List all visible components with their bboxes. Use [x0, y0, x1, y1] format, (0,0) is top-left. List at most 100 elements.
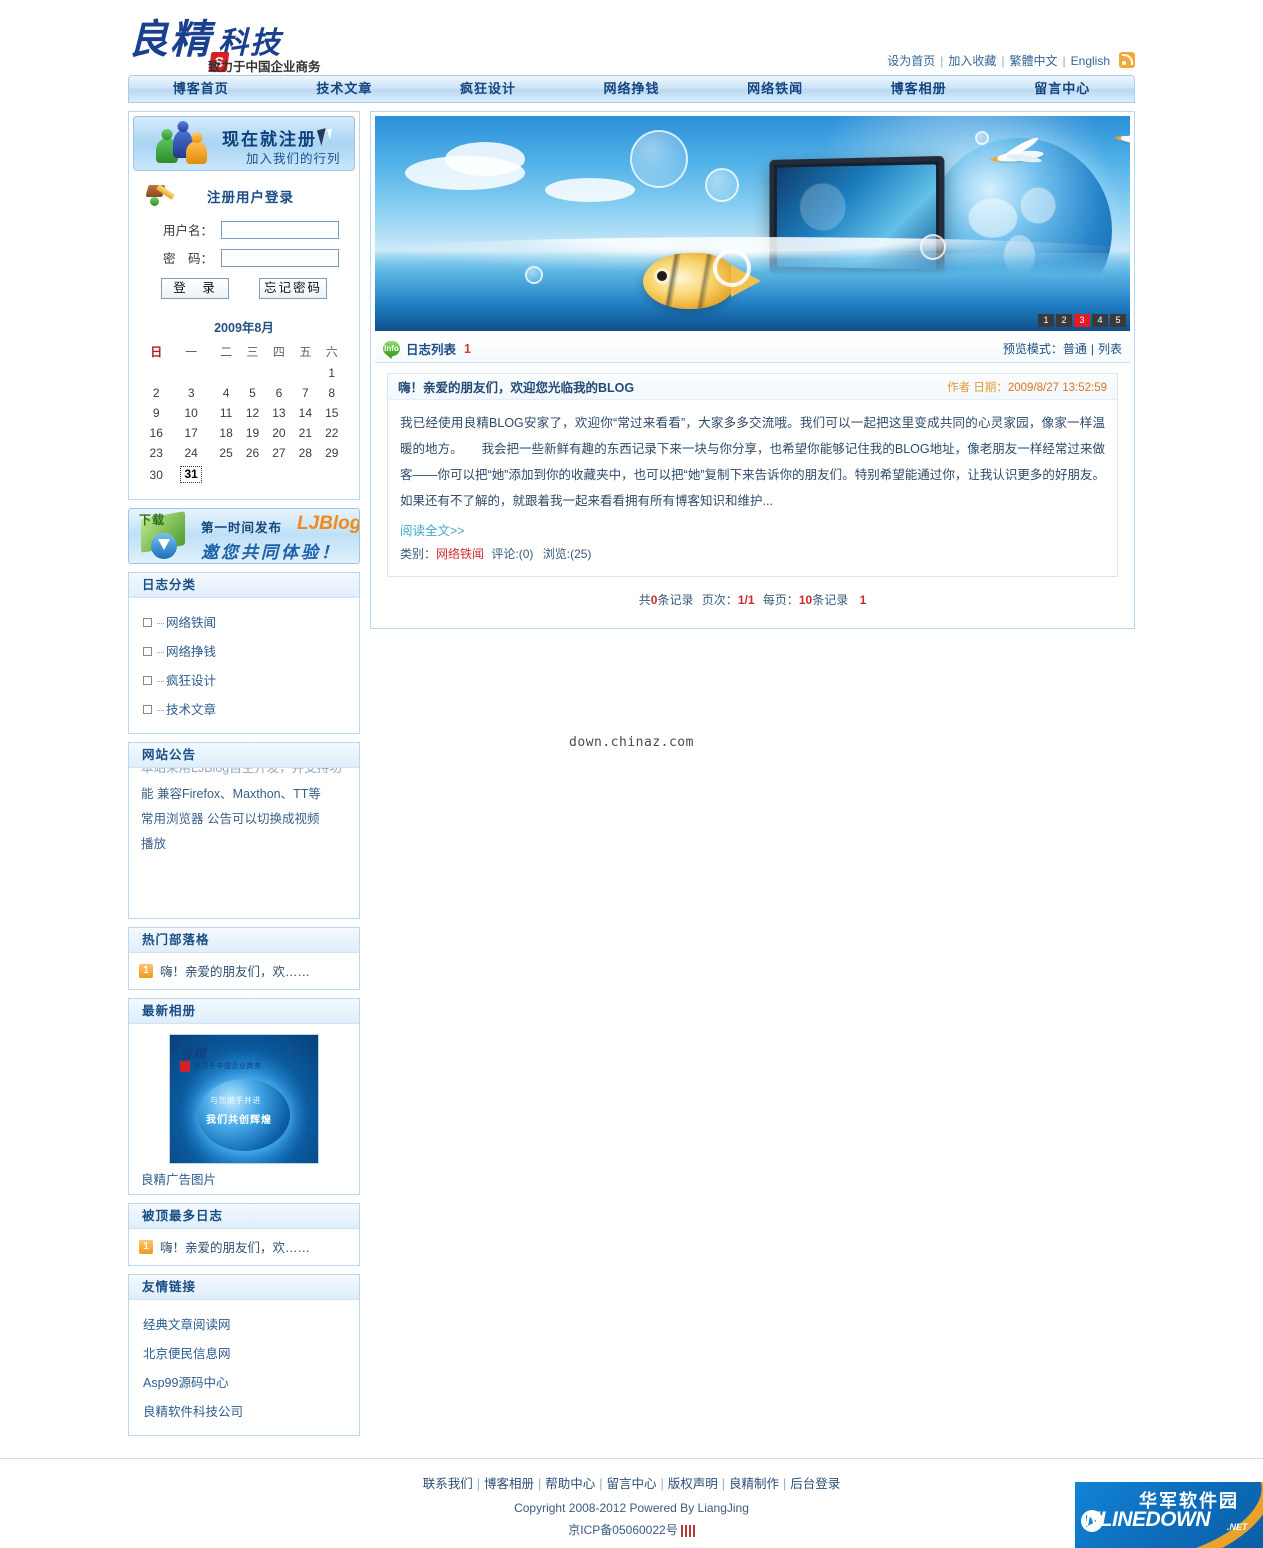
calendar-today[interactable]: 31: [180, 466, 203, 483]
post-title[interactable]: 嗨！亲爱的朋友们，欢迎您光临我的BLOG: [398, 377, 634, 396]
category-item-crazy-design[interactable]: 疯狂设计: [129, 665, 359, 694]
login-submit-button[interactable]: 登 录: [161, 278, 229, 299]
person-orange-icon: [186, 132, 207, 164]
friend-links-list: 经典文章阅读网 北京便民信息网 Asp99源码中心 良精软件科技公司: [129, 1300, 359, 1435]
register-now-banner[interactable]: 现在就注册 加入我们的行列: [133, 116, 355, 171]
cloud-icon: [545, 178, 635, 202]
footer-link-album[interactable]: 博客相册: [484, 1477, 534, 1491]
slide-dot-3[interactable]: 3: [1074, 314, 1090, 327]
calendar-day[interactable]: 21: [292, 423, 318, 443]
toplink-english[interactable]: English: [1071, 54, 1110, 68]
footer-link-admin-login[interactable]: 后台登录: [790, 1477, 840, 1491]
calendar-day[interactable]: 12: [239, 403, 265, 423]
toplink-traditional-chinese[interactable]: 繁體中文: [1010, 54, 1058, 68]
password-input[interactable]: [221, 248, 339, 267]
pager-current-page[interactable]: 1: [860, 593, 867, 607]
calendar-day[interactable]: 29: [319, 443, 345, 463]
nav-item-album[interactable]: 博客相册: [847, 76, 991, 102]
footer-link-copyright-statement[interactable]: 版权声明: [668, 1477, 718, 1491]
calendar-day[interactable]: 4: [213, 383, 239, 403]
calendar-day[interactable]: 9: [143, 403, 169, 423]
top-post-item[interactable]: 1 嗨！亲爱的朋友们，欢……: [129, 1229, 359, 1265]
view-mode-normal[interactable]: 普通: [1063, 342, 1087, 356]
calendar-day[interactable]: 11: [213, 403, 239, 423]
username-input[interactable]: [221, 220, 339, 239]
category-label: 技术文章: [166, 703, 217, 717]
toplink-sep: |: [1062, 54, 1066, 68]
nav-item-tech-articles[interactable]: 技术文章: [273, 76, 417, 102]
calendar-day[interactable]: 20: [266, 423, 292, 443]
checkbox-icon: [143, 618, 152, 627]
calendar-day[interactable]: 16: [143, 423, 169, 443]
calendar-day[interactable]: 15: [319, 403, 345, 423]
site-header: 良精 科技 S 致力于中国企业商务 设为首页 | 加入收藏 | 繁體中文 | English: [0, 0, 1263, 75]
info-icon: Info: [383, 341, 400, 359]
friend-link-item[interactable]: 北京便民信息网: [129, 1338, 359, 1367]
calendar-day[interactable]: 6: [266, 383, 292, 403]
calendar-day[interactable]: 26: [239, 443, 265, 463]
calendar-day[interactable]: 5: [239, 383, 265, 403]
view-mode-label: 预览模式：: [1002, 342, 1063, 356]
calendar-day[interactable]: 28: [292, 443, 318, 463]
download-ljblog-banner[interactable]: 下载 第一时间发布 LJBlog 邀您共同体验！: [128, 508, 360, 564]
hero-banner[interactable]: 1 2 3 4 5: [375, 116, 1130, 331]
calendar-day[interactable]: 13: [266, 403, 292, 423]
site-logo[interactable]: 良精 科技 S 致力于中国企业商务: [128, 18, 321, 75]
post-category[interactable]: 网络铁闻: [436, 547, 484, 561]
category-item-tech-articles[interactable]: 技术文章: [129, 694, 359, 723]
slide-dot-2[interactable]: 2: [1056, 314, 1072, 327]
nav-item-net-news[interactable]: 网络铁闻: [703, 76, 847, 102]
calendar-day[interactable]: 8: [319, 383, 345, 403]
category-item-net-news[interactable]: 网络铁闻: [129, 607, 359, 636]
friend-link-item[interactable]: 良精软件科技公司: [129, 1396, 359, 1425]
footer-link-help[interactable]: 帮助中心: [545, 1477, 595, 1491]
onlinedown-en-text: NLINEDOWN: [1085, 1508, 1211, 1531]
pen-book-icon: [145, 184, 177, 208]
calendar-day[interactable]: 31: [169, 463, 213, 486]
hot-blog-item[interactable]: 1 嗨！亲爱的朋友们，欢……: [129, 953, 359, 989]
calendar-day[interactable]: 2: [143, 383, 169, 403]
nav-item-crazy-design[interactable]: 疯狂设计: [416, 76, 560, 102]
calendar-day[interactable]: 22: [319, 423, 345, 443]
pager-page-value: 1/1: [737, 593, 755, 607]
album-body: 良精 致力于中国企业商务 与您携手并进 我们共创辉煌 良精广告图片: [129, 1024, 359, 1194]
forgot-password-button[interactable]: 忘记密码: [259, 278, 327, 299]
calendar-day[interactable]: 25: [213, 443, 239, 463]
nav-item-message-center[interactable]: 留言中心: [990, 76, 1134, 102]
calendar-day[interactable]: 14: [292, 403, 318, 423]
calendar-day[interactable]: 3: [169, 383, 213, 403]
onlinedown-logo: 华军软件园 NLINEDOWN .NET: [1075, 1482, 1263, 1548]
rss-icon[interactable]: [1119, 52, 1135, 68]
category-item-make-money[interactable]: 网络挣钱: [129, 636, 359, 665]
calendar-day[interactable]: 30: [143, 463, 169, 486]
slide-dot-4[interactable]: 4: [1092, 314, 1108, 327]
main-nav: 博客首页 技术文章 疯狂设计 网络挣钱 网络铁闻 博客相册 留言中心: [128, 75, 1135, 103]
nav-item-make-money[interactable]: 网络挣钱: [560, 76, 704, 102]
album-thumbnail[interactable]: 良精 致力于中国企业商务 与您携手并进 我们共创辉煌: [169, 1034, 319, 1164]
friend-link-item[interactable]: Asp99源码中心: [129, 1367, 359, 1396]
calendar-day[interactable]: 17: [169, 423, 213, 443]
calendar-day[interactable]: 24: [169, 443, 213, 463]
calendar-day[interactable]: 27: [266, 443, 292, 463]
calendar-day[interactable]: 1: [319, 363, 345, 383]
toplink-set-home[interactable]: 设为首页: [887, 54, 935, 68]
nav-item-home[interactable]: 博客首页: [129, 76, 273, 102]
rank-badge: 1: [139, 963, 153, 978]
slide-dot-5[interactable]: 5: [1110, 314, 1126, 327]
calendar-title: 2009年8月: [214, 321, 274, 335]
calendar-day[interactable]: 18: [213, 423, 239, 443]
calendar-day[interactable]: 19: [239, 423, 265, 443]
album-caption[interactable]: 良精广告图片: [129, 1169, 359, 1188]
slide-dot-1[interactable]: 1: [1038, 314, 1054, 327]
footer-link-message[interactable]: 留言中心: [606, 1477, 656, 1491]
calendar-day[interactable]: 7: [292, 383, 318, 403]
read-more-link[interactable]: 阅读全文>>: [400, 520, 1105, 539]
toplink-add-favorite[interactable]: 加入收藏: [948, 54, 996, 68]
footer-link-contact[interactable]: 联系我们: [423, 1477, 473, 1491]
footer-link-made-by[interactable]: 良精制作: [729, 1477, 779, 1491]
calendar-day[interactable]: 10: [169, 403, 213, 423]
weekday-thu: 四: [272, 345, 285, 359]
calendar-day[interactable]: 23: [143, 443, 169, 463]
friend-link-item[interactable]: 经典文章阅读网: [129, 1309, 359, 1338]
view-mode-list[interactable]: 列表: [1098, 342, 1122, 356]
